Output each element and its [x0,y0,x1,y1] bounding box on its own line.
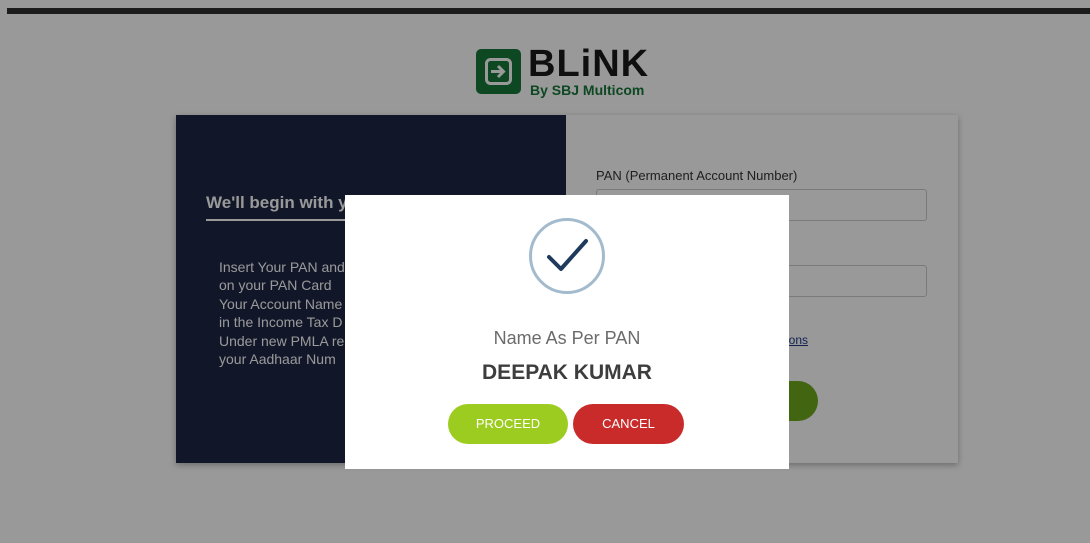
pan-confirmation-dialog: Name As Per PAN DEEPAK KUMAR PROCEED CAN… [345,195,789,469]
cancel-button[interactable]: CANCEL [573,404,684,444]
proceed-button[interactable]: PROCEED [448,404,568,444]
name-as-per-pan-label: Name As Per PAN [493,328,641,348]
checkmark-icon [529,218,605,294]
pan-name-value: DEEPAK KUMAR [482,361,652,384]
